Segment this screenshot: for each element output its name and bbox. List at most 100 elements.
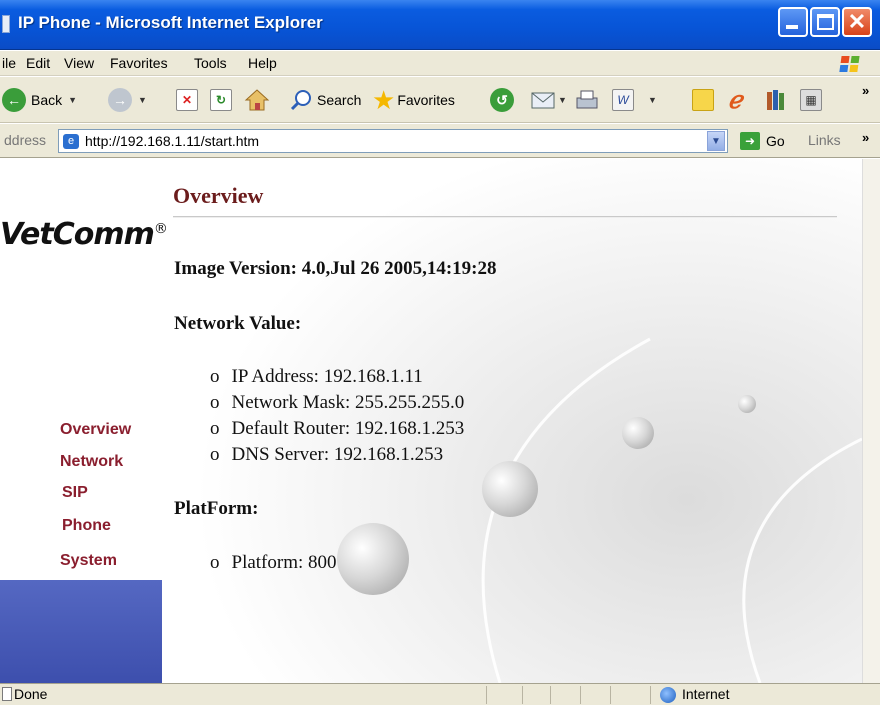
list-item: o DNS Server: 192.168.1.253 xyxy=(210,444,443,466)
status-divider xyxy=(650,686,651,704)
search-label: Search xyxy=(317,92,362,108)
page-title: Overview xyxy=(173,183,264,208)
platform-heading: PlatForm: xyxy=(174,498,259,519)
search-button[interactable]: Search xyxy=(290,87,361,113)
ie-e-icon: ℯ xyxy=(728,86,743,114)
menu-view[interactable]: View xyxy=(64,55,94,71)
page-icon: e xyxy=(63,134,79,149)
window-title: IP Phone - Microsoft Internet Explorer xyxy=(18,13,323,32)
back-button[interactable]: ← Back ▼ xyxy=(2,87,77,113)
research-button[interactable] xyxy=(764,87,790,113)
platform-value: Platform: 800 xyxy=(231,552,337,573)
menu-favorites[interactable]: Favorites xyxy=(110,55,168,71)
address-input[interactable]: e http://192.168.1.11/start.htm xyxy=(58,129,728,153)
standard-toolbar: ← Back ▼ → ▼ ✕ ↻ Search ★ Favorites ↺ ▼ … xyxy=(0,77,880,123)
maximize-button[interactable] xyxy=(810,7,840,37)
forward-button[interactable]: → ▼ xyxy=(108,87,147,113)
nav-sip[interactable]: SIP xyxy=(62,484,88,502)
notes-icon xyxy=(692,89,714,111)
logo-text: VetComm xyxy=(0,217,155,252)
minimize-button[interactable] xyxy=(778,7,808,37)
print-button[interactable] xyxy=(574,87,600,113)
mail-button[interactable]: ▼ xyxy=(530,87,567,113)
internet-globe-icon xyxy=(660,687,676,703)
bullet-icon: o xyxy=(210,418,220,439)
default-router: Default Router: 192.168.1.253 xyxy=(231,418,465,439)
history-button[interactable]: ↺ xyxy=(490,87,514,113)
ie-edit-button[interactable]: ℯ xyxy=(728,86,743,114)
star-icon: ★ xyxy=(372,84,396,115)
links-label[interactable]: Links xyxy=(808,132,841,148)
bullet-icon: o xyxy=(210,392,220,413)
status-divider xyxy=(486,686,487,704)
nav-network[interactable]: Network xyxy=(60,453,123,471)
home-icon xyxy=(244,89,270,111)
search-icon xyxy=(290,90,311,111)
back-label: Back xyxy=(31,92,63,108)
vertical-scrollbar[interactable] xyxy=(862,159,880,683)
dns-server: DNS Server: 192.168.1.253 xyxy=(231,444,444,465)
go-label: Go xyxy=(766,133,785,149)
forward-arrow-icon: → xyxy=(108,88,132,112)
edit-word-button[interactable]: W ▼ xyxy=(612,87,657,113)
nav-phone[interactable]: Phone xyxy=(62,517,111,535)
netcomm-logo: VetComm® xyxy=(0,217,168,252)
refresh-button[interactable]: ↻ xyxy=(210,87,232,113)
list-item: o IP Address: 192.168.1.11 xyxy=(210,366,423,388)
address-label: ddress xyxy=(4,132,47,148)
address-bar: ddress e http://192.168.1.11/start.htm ▼… xyxy=(0,124,880,158)
bullet-icon: o xyxy=(210,444,220,465)
sidebar: VetComm® Overview Network SIP Phone Syst… xyxy=(0,159,168,683)
home-button[interactable] xyxy=(244,87,270,113)
tool-icon: ▦ xyxy=(800,89,822,111)
refresh-icon: ↻ xyxy=(210,89,232,111)
menu-tools[interactable]: Tools xyxy=(194,55,227,71)
ie-page-icon xyxy=(2,15,10,33)
nav-system[interactable]: System xyxy=(60,552,117,570)
page-content: VetComm® Overview Network SIP Phone Syst… xyxy=(0,159,862,683)
links-overflow-icon[interactable]: » xyxy=(862,130,869,145)
close-button[interactable]: ✕ xyxy=(842,7,872,37)
favorites-label: Favorites xyxy=(397,92,455,108)
bullet-icon: o xyxy=(210,552,220,573)
address-url: http://192.168.1.11/start.htm xyxy=(85,133,260,149)
title-divider xyxy=(173,216,837,218)
menu-bar: ile Edit View Favorites Tools Help xyxy=(0,51,880,76)
menu-help[interactable]: Help xyxy=(248,55,277,71)
dropdown-caret-icon: ▼ xyxy=(138,95,147,105)
stop-icon: ✕ xyxy=(176,89,198,111)
maximize-icon xyxy=(817,14,834,30)
title-bar: IP Phone - Microsoft Internet Explorer ✕ xyxy=(0,0,880,50)
page-done-icon xyxy=(2,687,12,701)
messenger-button[interactable] xyxy=(692,87,714,113)
go-button[interactable]: ➜ Go xyxy=(740,132,785,150)
stop-button[interactable]: ✕ xyxy=(176,87,198,113)
word-icon: W xyxy=(612,89,634,111)
back-arrow-icon: ← xyxy=(2,88,26,112)
address-dropdown-icon[interactable]: ▼ xyxy=(707,131,725,151)
status-divider xyxy=(550,686,551,704)
dropdown-caret-icon: ▼ xyxy=(68,95,78,105)
windows-flag-icon xyxy=(839,56,860,72)
bullet-icon: o xyxy=(210,366,220,387)
sidebar-footer-block xyxy=(0,580,162,683)
tool-button[interactable]: ▦ xyxy=(800,87,822,113)
network-mask: Network Mask: 255.255.255.0 xyxy=(231,392,465,413)
mail-icon xyxy=(531,92,555,109)
status-bar: Done Internet xyxy=(0,683,880,705)
status-divider xyxy=(610,686,611,704)
menu-edit[interactable]: Edit xyxy=(26,55,50,71)
dropdown-caret-icon: ▼ xyxy=(558,95,567,105)
list-item: o Platform: 800 xyxy=(210,552,337,574)
favorites-button[interactable]: ★ Favorites xyxy=(372,84,455,115)
print-icon xyxy=(576,90,598,109)
menu-file[interactable]: ile xyxy=(2,55,16,71)
network-heading: Network Value: xyxy=(174,313,302,334)
history-icon: ↺ xyxy=(490,88,514,112)
toolbar-overflow-icon[interactable]: » xyxy=(862,83,869,98)
image-version: Image Version: 4.0,Jul 26 2005,14:19:28 xyxy=(174,258,497,279)
nav-overview[interactable]: Overview xyxy=(60,421,131,439)
list-item: o Network Mask: 255.255.255.0 xyxy=(210,392,464,414)
status-divider xyxy=(522,686,523,704)
security-zone: Internet xyxy=(682,686,730,702)
